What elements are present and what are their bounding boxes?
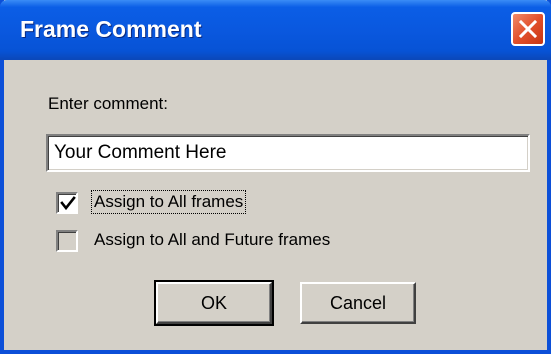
close-button[interactable] xyxy=(511,12,545,46)
assign-all-frames-checkbox[interactable] xyxy=(56,192,78,214)
comment-prompt-label: Enter comment: xyxy=(48,94,168,113)
window-title: Frame Comment xyxy=(20,16,202,42)
checkmark-icon xyxy=(60,196,76,211)
assign-all-future-frames-checkbox[interactable] xyxy=(56,230,78,252)
title-bar[interactable]: Frame Comment xyxy=(0,0,551,60)
cancel-button[interactable]: Cancel xyxy=(300,282,416,324)
close-icon xyxy=(518,19,538,39)
frame-comment-dialog: Frame Comment Enter comment: Assign to A… xyxy=(0,0,551,354)
assign-all-future-frames-label[interactable]: Assign to All and Future frames xyxy=(92,229,332,251)
comment-input[interactable] xyxy=(46,134,530,172)
ok-button[interactable]: OK xyxy=(154,280,274,326)
assign-all-frames-label[interactable]: Assign to All frames xyxy=(90,190,247,214)
dialog-body: Enter comment: Assign to All frames Assi… xyxy=(4,60,547,350)
